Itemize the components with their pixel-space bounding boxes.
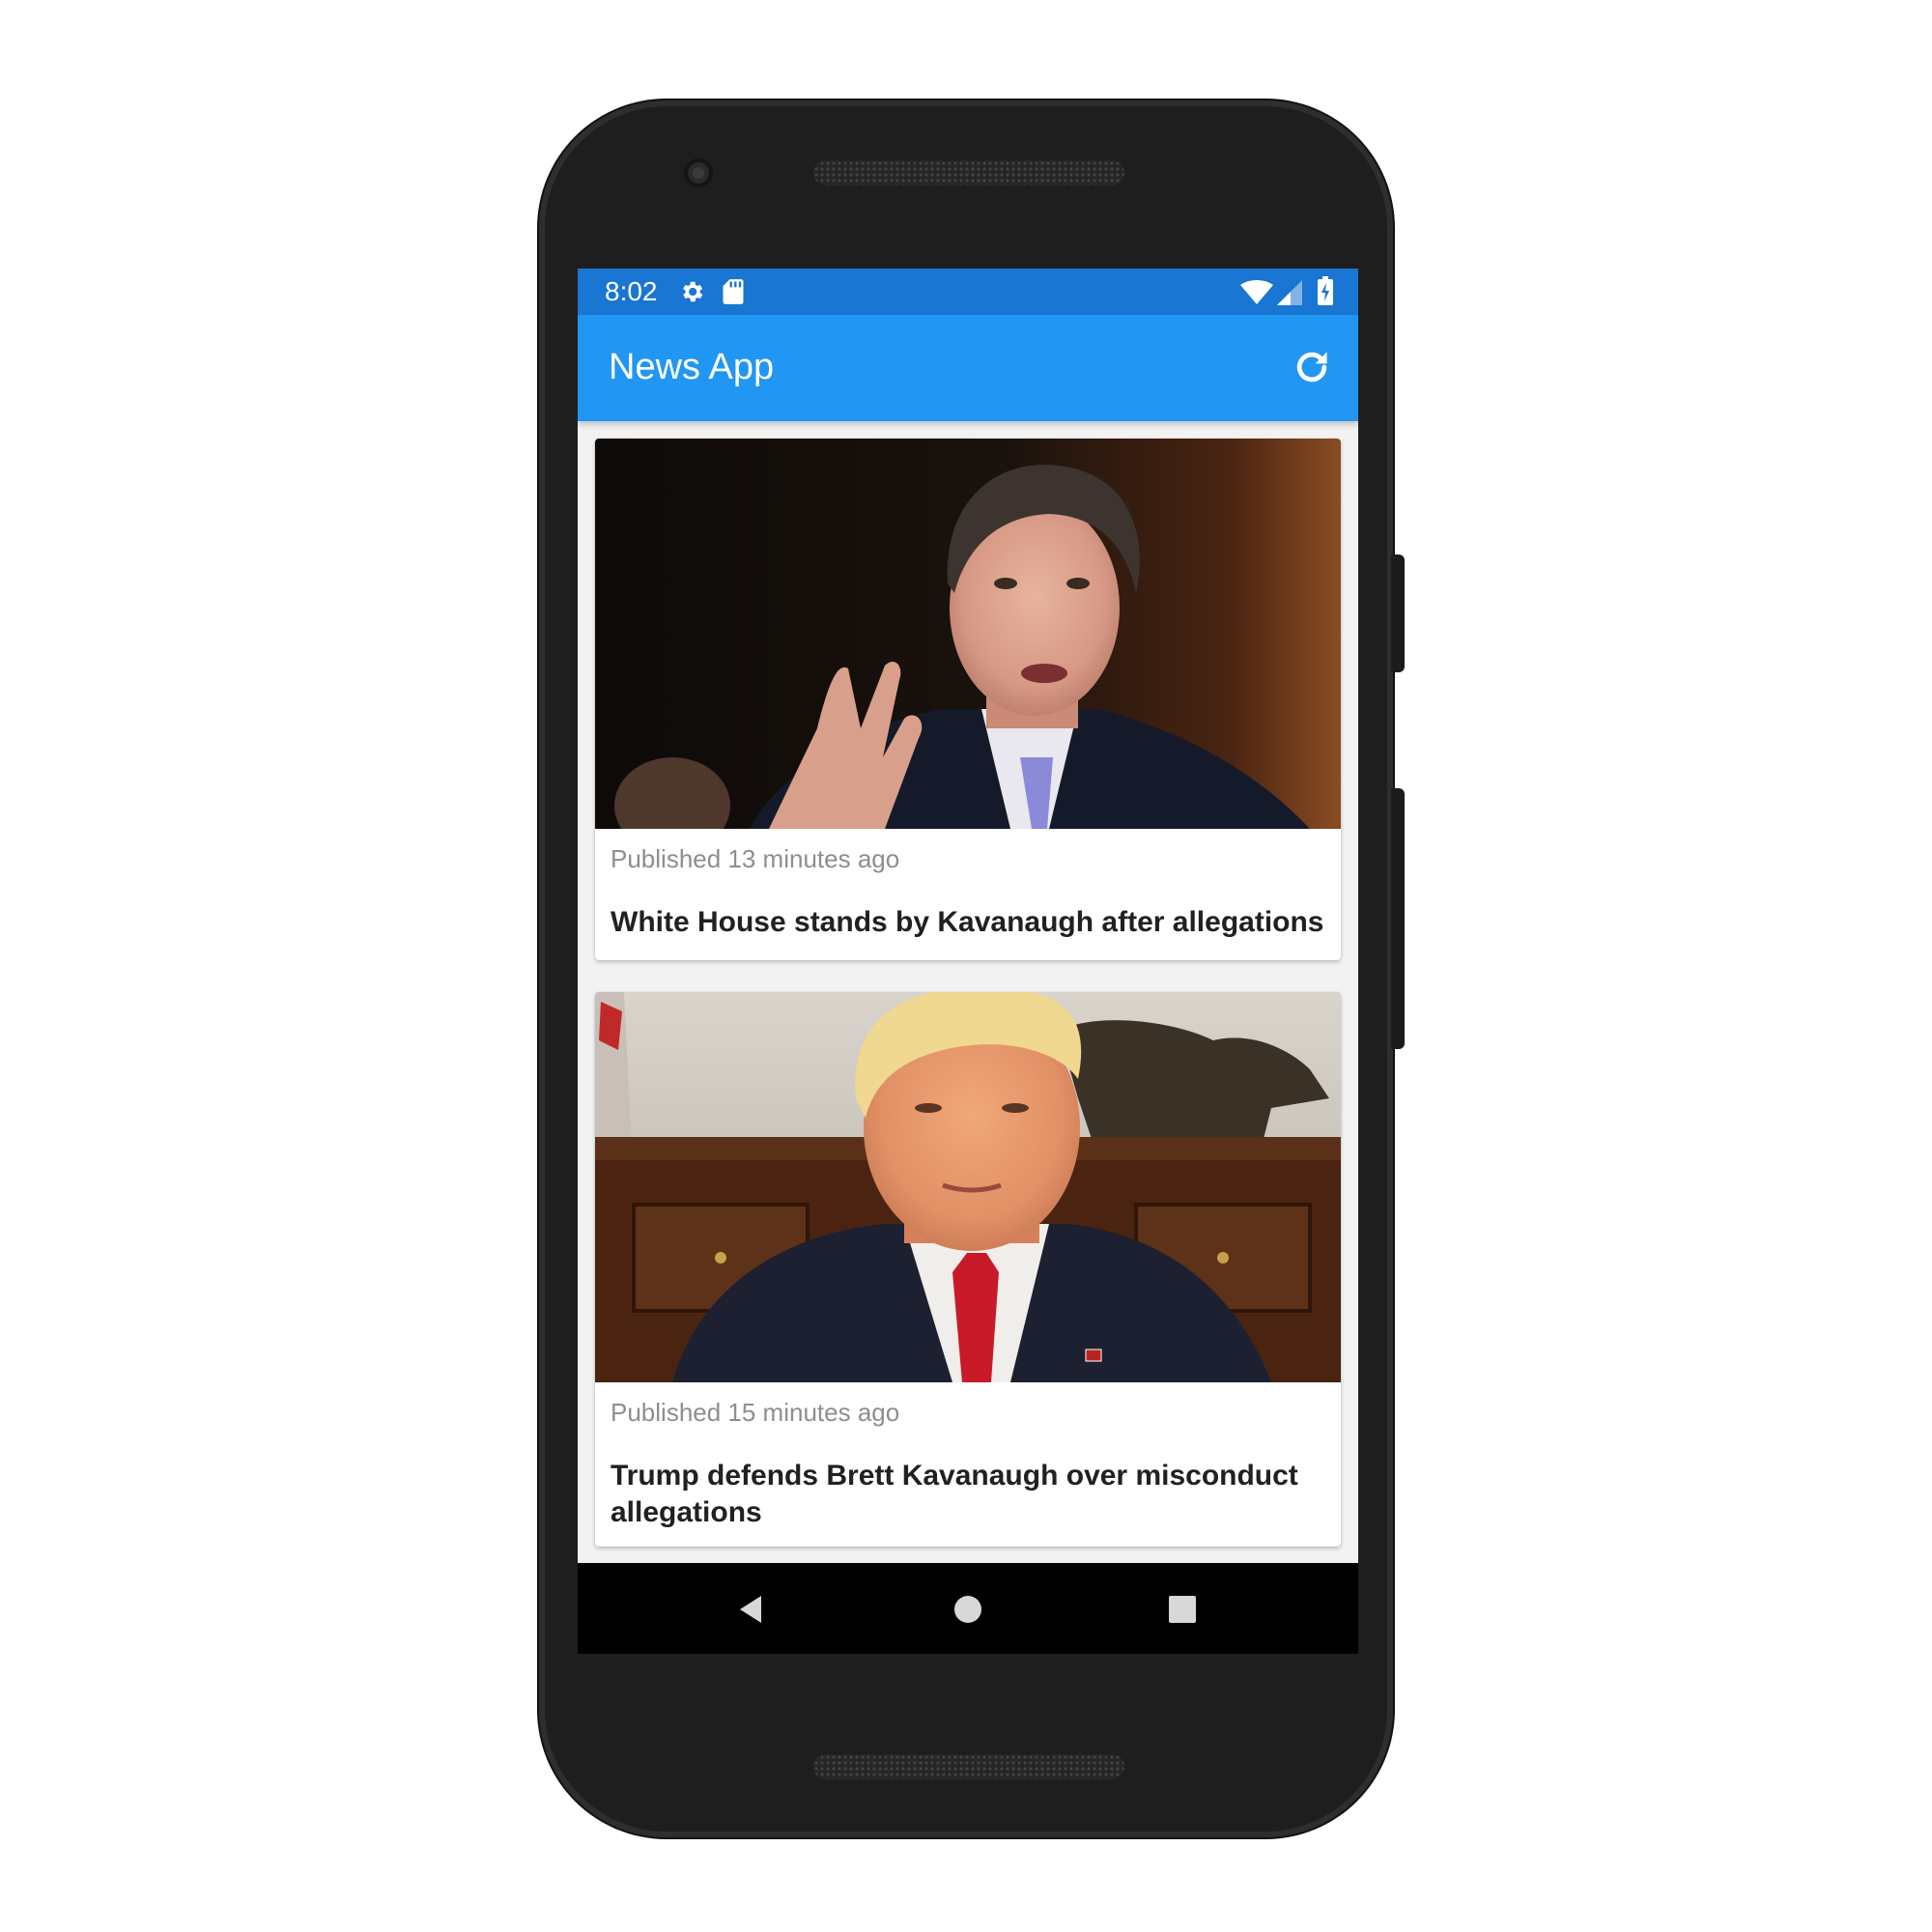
back-icon[interactable] xyxy=(734,1592,769,1627)
article-image xyxy=(595,439,1341,829)
battery-charging-icon xyxy=(1318,276,1333,305)
news-feed[interactable]: Published 13 minutes ago White House sta… xyxy=(578,421,1358,1571)
article-headline[interactable]: White House stands by Kavanaugh after al… xyxy=(611,904,1325,941)
volume-rocker[interactable] xyxy=(1391,788,1405,1049)
status-time: 8:02 xyxy=(605,276,658,306)
article-headline[interactable]: Trump defends Brett Kavanaugh over misco… xyxy=(611,1458,1325,1531)
article-published-time: Published 13 minutes ago xyxy=(611,844,900,873)
wifi-icon xyxy=(1240,280,1273,304)
bottom-speaker xyxy=(813,1754,1124,1779)
sd-card-icon xyxy=(723,279,744,304)
article-image xyxy=(595,992,1341,1382)
article-card[interactable]: Published 15 minutes ago Trump defends B… xyxy=(595,992,1341,1547)
gear-icon xyxy=(683,281,703,302)
status-bar: 8:02 xyxy=(578,269,1358,315)
article-card[interactable]: Published 13 minutes ago White House sta… xyxy=(595,439,1341,960)
app-title: News App xyxy=(609,347,775,387)
app-bar: News App xyxy=(578,315,1358,421)
cell-signal-icon xyxy=(1277,280,1302,305)
device-frame-stage: 8:02 News App Published 13 minutes ago W… xyxy=(0,0,1932,1932)
article-published-time: Published 15 minutes ago xyxy=(611,1398,900,1427)
home-icon[interactable] xyxy=(951,1592,985,1627)
phone-screen: 8:02 News App Published 13 minutes ago W… xyxy=(578,269,1358,1654)
refresh-icon[interactable] xyxy=(1291,346,1333,388)
front-camera xyxy=(684,158,713,187)
recents-icon[interactable] xyxy=(1165,1592,1200,1627)
power-button[interactable] xyxy=(1391,554,1405,672)
earpiece-speaker xyxy=(813,160,1124,185)
system-navigation-bar xyxy=(578,1563,1358,1654)
